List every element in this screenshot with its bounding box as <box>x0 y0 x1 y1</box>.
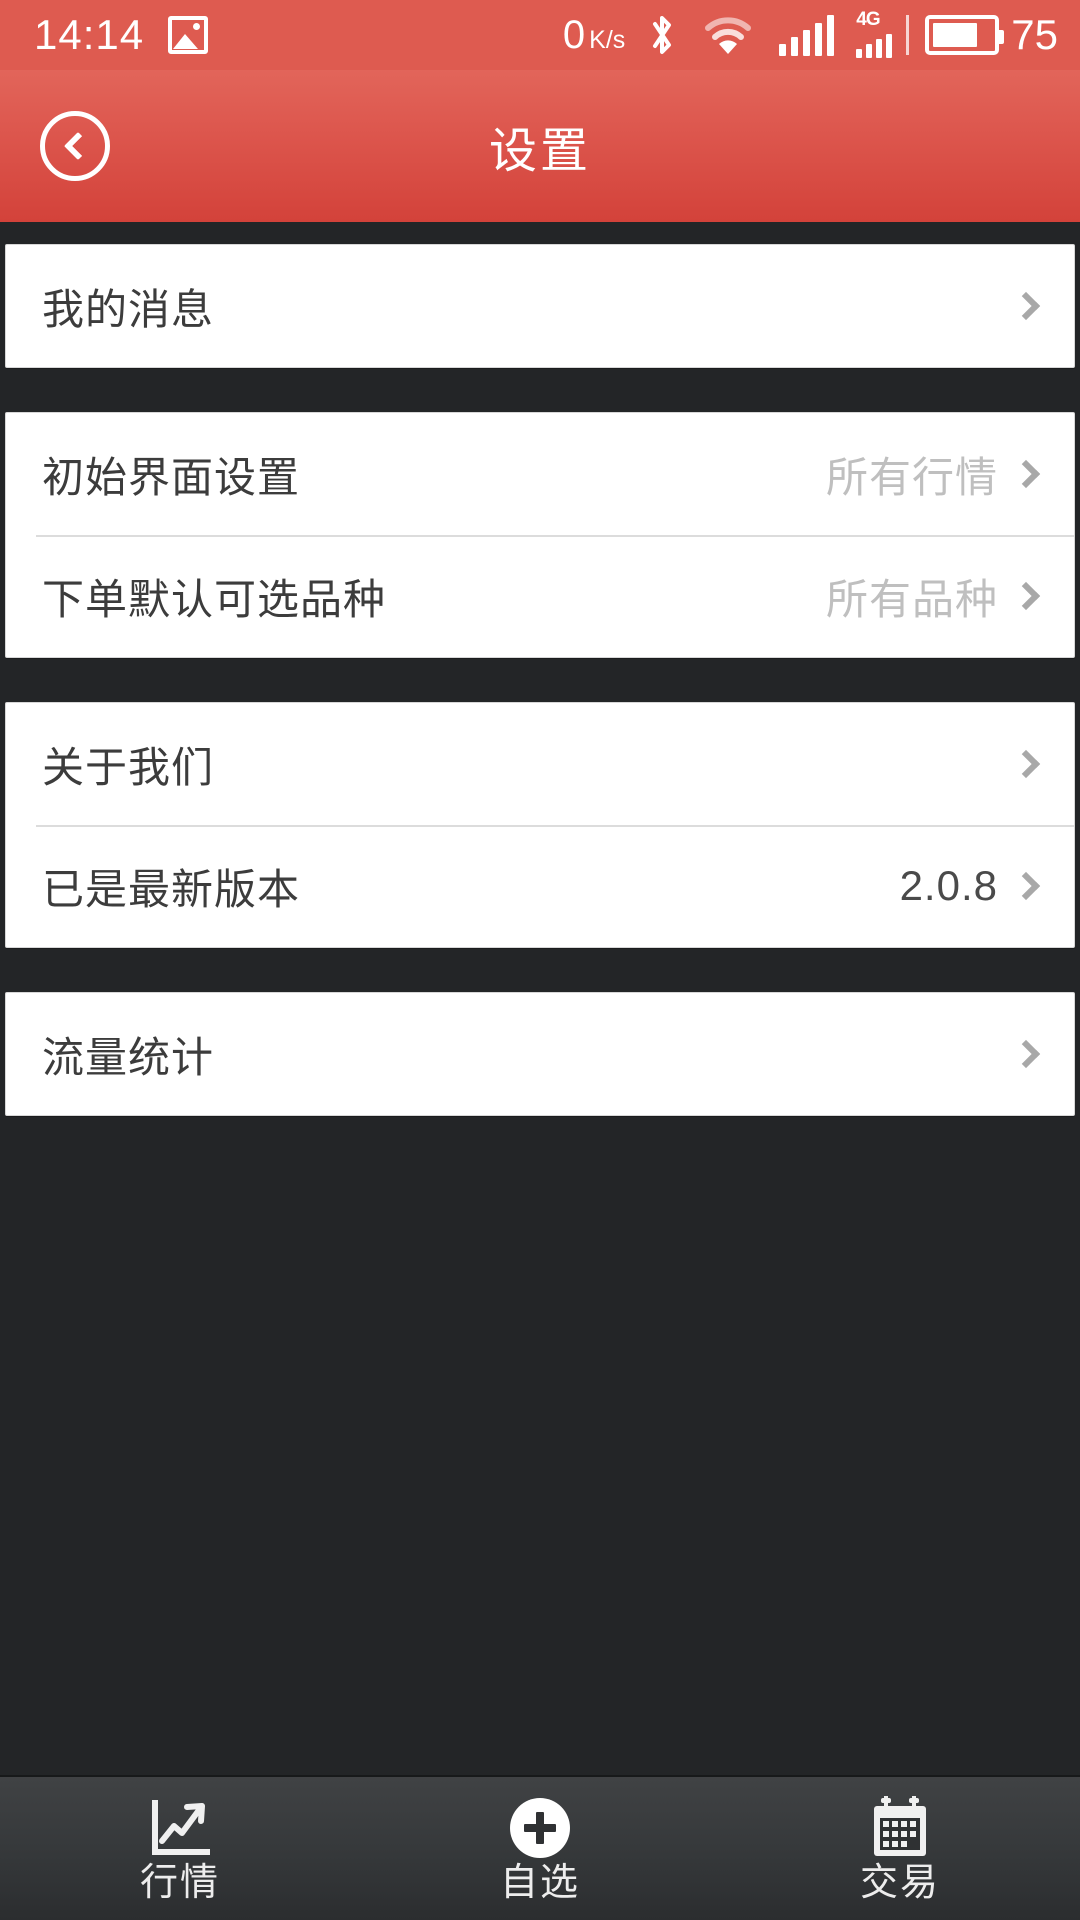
bottom-navigation-bar: 行情 自选 交易 <box>0 1775 1080 1920</box>
settings-row-about-us[interactable]: 关于我们 <box>6 703 1074 825</box>
battery-percent: 75 <box>1011 11 1058 58</box>
nav-item-watchlist[interactable]: 自选 <box>360 1777 720 1920</box>
nav-item-label: 交易 <box>859 1861 940 1904</box>
bluetooth-icon <box>653 16 672 54</box>
wifi-icon <box>705 17 752 54</box>
chevron-right-icon <box>1011 459 1041 489</box>
settings-row-value: 所有品种 <box>825 575 998 623</box>
network-speed: 0 K/s <box>563 15 625 55</box>
settings-group-2: 关于我们 已是最新版本 2.0.8 <box>5 702 1075 948</box>
settings-row-label: 我的消息 <box>42 285 215 333</box>
network-speed-unit: K/s <box>589 26 626 54</box>
cellular-signal-4g-icon: 4G <box>856 9 893 58</box>
chevron-right-icon <box>1011 1039 1041 1069</box>
status-bar: 14:14 0 K/s 4G 75 <box>0 0 1080 70</box>
nav-item-quotes[interactable]: 行情 <box>0 1777 360 1920</box>
settings-row-my-messages[interactable]: 我的消息 <box>6 245 1074 367</box>
chevron-right-icon <box>1011 749 1041 779</box>
settings-row-label: 已是最新版本 <box>42 865 301 913</box>
settings-row-label: 下单默认可选品种 <box>42 575 387 623</box>
back-arrow-icon[interactable] <box>40 111 110 181</box>
chevron-right-icon <box>1011 871 1041 901</box>
chevron-right-icon <box>1011 291 1041 321</box>
signal-4g-label: 4G <box>856 9 880 30</box>
calendar-icon <box>868 1795 932 1858</box>
circle-plus-icon <box>510 1796 570 1858</box>
phone-screen: 14:14 0 K/s 4G 75 设置 我的消息 初始界面设置 所有行情 下单… <box>0 0 1080 1920</box>
chevron-right-icon <box>1011 581 1041 611</box>
app-header: 设置 <box>0 70 1080 222</box>
settings-group-0: 我的消息 <box>5 244 1075 368</box>
nav-item-label: 行情 <box>139 1861 220 1904</box>
settings-row-version[interactable]: 已是最新版本 2.0.8 <box>6 825 1074 947</box>
settings-group-3: 流量统计 <box>5 992 1075 1116</box>
settings-row-default-products[interactable]: 下单默认可选品种 所有品种 <box>6 535 1074 657</box>
settings-row-label: 初始界面设置 <box>42 453 301 501</box>
cellular-signal-icon <box>779 14 835 56</box>
nav-item-label: 自选 <box>499 1861 580 1904</box>
nav-item-trade[interactable]: 交易 <box>720 1777 1080 1920</box>
status-time: 14:14 <box>34 11 145 58</box>
settings-row-label: 关于我们 <box>42 743 215 791</box>
settings-row-traffic-stats[interactable]: 流量统计 <box>6 993 1074 1115</box>
settings-row-initial-screen[interactable]: 初始界面设置 所有行情 <box>6 413 1074 535</box>
settings-row-value: 所有行情 <box>825 453 998 501</box>
status-divider <box>906 15 910 55</box>
settings-row-label: 流量统计 <box>42 1033 215 1081</box>
battery-icon <box>925 15 1005 55</box>
line-chart-icon <box>149 1796 211 1858</box>
settings-group-1: 初始界面设置 所有行情 下单默认可选品种 所有品种 <box>5 412 1075 658</box>
network-speed-value: 0 <box>562 13 586 57</box>
settings-row-value: 2.0.8 <box>899 862 998 909</box>
settings-list: 我的消息 初始界面设置 所有行情 下单默认可选品种 所有品种 关于我们 已是最新… <box>0 222 1080 1775</box>
page-title: 设置 <box>488 125 591 178</box>
image-icon <box>168 16 209 54</box>
